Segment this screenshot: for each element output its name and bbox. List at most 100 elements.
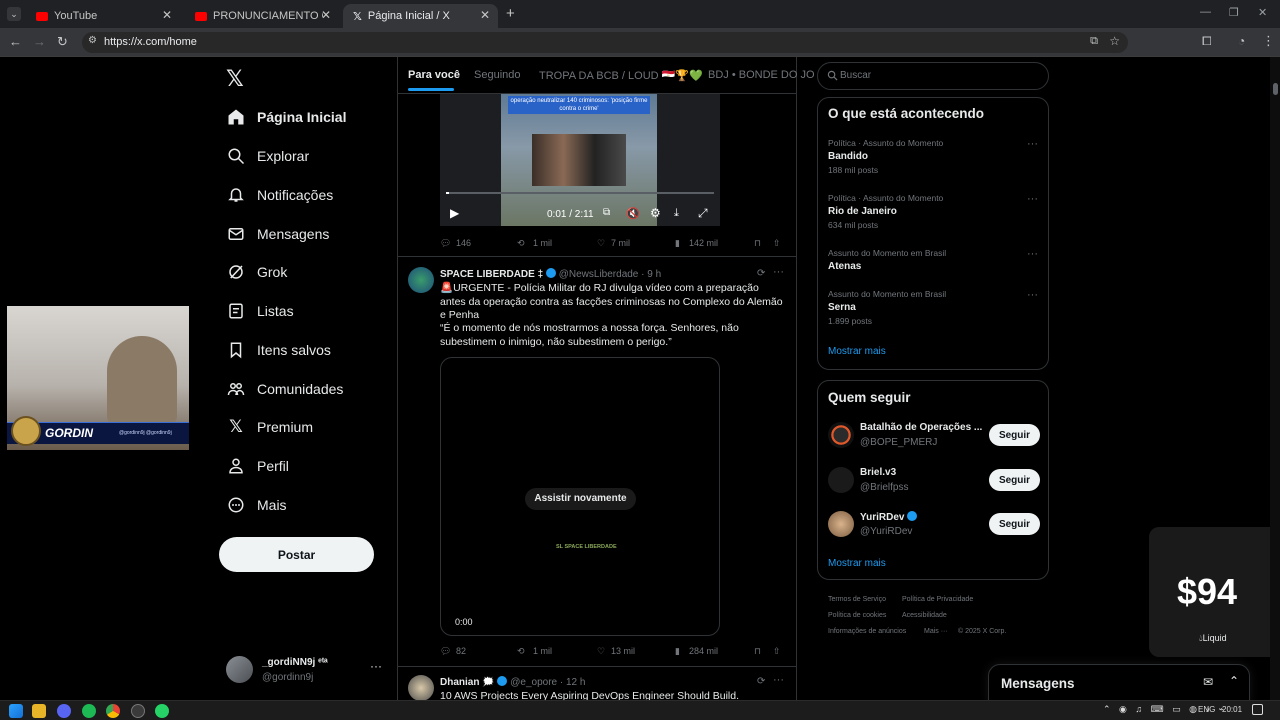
nav-notifications[interactable]: Notificações [225,180,333,210]
site-info-icon[interactable]: ⚙ [88,35,97,46]
follow-suggestion[interactable]: YuriRDev @YuriRDev Seguir [828,511,1040,541]
nav-bookmarks[interactable]: Itens salvos [225,335,331,365]
follow-suggestion[interactable]: Batalhão de Operações ... @BOPE_PMERJ Se… [828,422,1040,452]
author-handle[interactable]: @NewsLiberdade [559,269,639,280]
post-time[interactable]: · 9 h [641,269,661,280]
reply-icon[interactable]: 💬︎ [440,238,451,249]
close-tab-icon[interactable]: ✕ [321,8,331,22]
popout-icon[interactable]: ⤓ [674,207,679,220]
grok-post-icon[interactable]: ⟳ [757,268,765,279]
nav-messages[interactable]: Mensagens [225,219,329,249]
tab-bdj[interactable]: BDJ • BONDE DO JO [708,69,815,81]
tab-following[interactable]: Seguindo [474,69,521,81]
share-icon[interactable]: ⇧ [773,646,781,657]
nav-more[interactable]: Mais [225,490,287,520]
tab-for-you[interactable]: Para você [408,69,460,81]
repost-icon[interactable]: ⟲ [517,646,525,657]
repost-icon[interactable]: ⟲ [517,238,525,249]
more-horizontal-icon[interactable]: ··· [1027,138,1038,150]
collapse-icon[interactable]: ⌃ [1229,674,1239,688]
language-indicator[interactable]: ENG [1198,705,1215,714]
share-icon[interactable]: ⇧ [773,238,781,249]
chrome-icon[interactable] [106,704,120,718]
close-window-icon[interactable]: ✕ [1258,6,1267,19]
like-icon[interactable]: ♡ [597,646,605,657]
reply-icon[interactable]: 💬︎ [440,646,451,657]
mute-icon[interactable]: 🔇 [626,207,640,220]
close-tab-icon[interactable]: ✕ [480,8,490,22]
back-icon[interactable]: ← [9,34,22,49]
nav-explore[interactable]: Explorar [225,141,309,171]
like-icon[interactable]: ♡ [597,238,605,249]
account-switcher[interactable]: _gordiNN9j ᵉᵗᵃ @gordinn9j ··· [226,655,384,685]
replay-button[interactable]: Assistir novamente [525,488,636,510]
bookmark-star-icon[interactable]: ☆ [1109,34,1120,48]
play-icon[interactable]: ▶ [450,206,459,220]
start-icon[interactable] [9,704,23,718]
browser-tab-pronunciamento[interactable]: PRONUNCIAMENTO OFICIAL: S ✕ [185,4,339,28]
obs-icon[interactable] [131,704,145,718]
nav-premium[interactable]: 𝕏 Premium [225,412,313,442]
footer-link-privacy[interactable]: Política de Privacidade [902,596,973,603]
avatar[interactable] [408,267,434,293]
nav-home[interactable]: Página Inicial [225,102,346,132]
more-horizontal-icon[interactable]: ··· [1027,289,1038,301]
restore-icon[interactable]: ❐ [1229,6,1239,19]
bookmark-icon[interactable]: ⊓ [754,646,761,657]
follow-button[interactable]: Seguir [989,513,1040,535]
discord-icon[interactable] [57,704,71,718]
follow-button[interactable]: Seguir [989,424,1040,446]
new-message-icon[interactable]: ✉ [1203,675,1213,689]
author-handle[interactable]: @e_opore [510,677,557,688]
trend-item[interactable]: Assunto do Momento em Brasil Serna 1.899… [828,289,1038,326]
nav-communities[interactable]: Comunidades [225,374,343,404]
more-horizontal-icon[interactable]: ··· [1027,248,1038,260]
clock[interactable]: 20:01 [1222,705,1242,714]
nav-profile[interactable]: Perfil [225,451,289,481]
footer-link-terms[interactable]: Termos de Serviço [828,596,886,603]
minimize-icon[interactable]: — [1200,6,1211,18]
new-tab-icon[interactable]: + [506,5,515,22]
video-player[interactable]: operação neutralizar 140 criminosos: 'po… [440,94,720,226]
spotify-icon[interactable] [82,704,96,718]
extensions-icon[interactable]: ⧠ [1202,34,1212,49]
reload-icon[interactable]: ↻ [57,34,68,50]
search-input[interactable]: Buscar [817,62,1049,90]
nav-grok[interactable]: Grok [225,257,287,287]
menu-icon[interactable]: ⋮ [1262,33,1275,49]
close-tab-icon[interactable]: ✕ [162,8,172,22]
more-horizontal-icon[interactable]: ··· [773,674,784,686]
captions-icon[interactable]: ⧉ [603,207,610,218]
post-button[interactable]: Postar [219,537,374,572]
follow-suggestion[interactable]: Briel.v3 @Brielfpss Seguir [828,467,1040,497]
video-progress-track[interactable] [446,192,714,194]
install-app-icon[interactable]: ⧉ [1090,35,1098,48]
page-scrollbar[interactable] [1270,57,1280,700]
show-more-link[interactable]: Mostrar mais [828,558,886,569]
notification-icon[interactable] [1252,704,1263,715]
video-player[interactable]: Assistir novamente SL SPACE LIBERDADE 0:… [440,357,720,636]
show-more-link[interactable]: Mostrar mais [828,346,886,357]
post-time[interactable]: · 12 h [560,677,586,688]
author-name[interactable]: Dhanian 🗯️ [440,677,495,688]
browser-tab-x-home[interactable]: 𝕏 Página Inicial / X ✕ [343,4,498,28]
profile-icon[interactable]: ◔ [1238,34,1245,48]
scrollbar-thumb[interactable] [1273,83,1278,95]
footer-link-ads-info[interactable]: Informações de anúncios [828,628,906,635]
footer-link-accessibility[interactable]: Acessibilidade [902,612,947,619]
nav-lists[interactable]: Listas [225,296,294,326]
tab-tropa-bcb[interactable]: TROPA DA BCB / LOUD 🇪🇬🏆💚 [539,69,703,82]
follow-button[interactable]: Seguir [989,469,1040,491]
x-logo-icon[interactable]: 𝕏 [226,66,244,92]
trend-item[interactable]: Política · Assunto do Momento Bandido 18… [828,138,1038,175]
trend-item[interactable]: Política · Assunto do Momento Rio de Jan… [828,193,1038,230]
fullscreen-icon[interactable]: ⤢ [698,206,708,221]
tab-search-icon[interactable]: ⌄ [7,7,21,21]
author-name[interactable]: SPACE LIBERDADE ‡ [440,269,543,280]
messages-drawer[interactable]: Mensagens ✉ ⌃ [988,664,1250,700]
views-icon[interactable]: ▮ [675,238,680,249]
forward-icon[interactable]: → [33,34,46,49]
grok-post-icon[interactable]: ⟳ [757,676,765,687]
trend-item[interactable]: Assunto do Momento em Brasil Atenas ··· [828,248,1038,272]
address-input[interactable]: ⚙ https://x.com/home ⧉ ☆ [82,32,1128,53]
